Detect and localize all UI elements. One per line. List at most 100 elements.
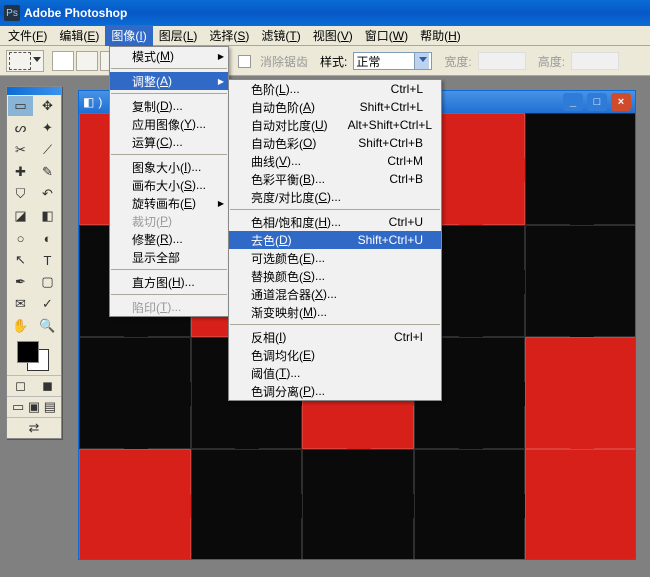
antialias-checkbox [238,55,251,68]
image-menu-裁切: 裁切(P) [110,212,228,230]
adjust-menu-色调均化[interactable]: 色调均化(E) [229,346,441,364]
tool-stamp[interactable]: ⛉ [7,183,34,205]
tool-wand[interactable]: ✦ [34,117,61,139]
app-title: Adobe Photoshop [24,6,127,20]
image-menu-修整[interactable]: 修整(R)... [110,230,228,248]
adjust-menu-色彩平衡[interactable]: 色彩平衡(B)...Ctrl+B [229,170,441,188]
style-label: 样式: [320,53,347,70]
height-input [571,52,619,70]
image-menu-显示全部[interactable]: 显示全部 [110,248,228,266]
adjust-menu-自动对比度[interactable]: 自动对比度(U)Alt+Shift+Ctrl+L [229,116,441,134]
marquee-icon [9,52,31,70]
tool-blur[interactable]: ○ [7,227,34,249]
jump-to[interactable]: ⇄ [7,418,61,438]
tool-history[interactable]: ↶ [34,183,61,205]
image-menu-模式[interactable]: 模式(M) [110,47,228,65]
tool-move[interactable]: ✥ [34,95,61,117]
tool-gradient[interactable]: ◧ [34,205,61,227]
maximize-button[interactable]: □ [587,93,607,111]
image-menu-陷印: 陷印(T)... [110,298,228,316]
adjust-menu-自动色彩[interactable]: 自动色彩(O)Shift+Ctrl+B [229,134,441,152]
style-value: 正常 [356,53,412,70]
mode-new[interactable] [52,51,74,71]
tool-eyedrop[interactable]: ✓ [34,293,61,315]
toolbox: ▭ ✥ ᔕ ✦ ✂ ⟋ ✚ ✎ ⛉ ↶ ◪ ◧ ○ ◐ ↖ T ✒ ▢ ✉ ✓ … [6,86,62,439]
image-menu: 模式(M) 调整(A) 复制(D)...应用图像(Y)...运算(C)... 图象大小… [109,46,229,317]
screenmode-1[interactable]: ▭ ▣ ▤ [7,397,61,417]
adjust-menu-渐变映射[interactable]: 渐变映射(M)... [229,303,441,321]
image-menu-复制[interactable]: 复制(D)... [110,97,228,115]
puzzle-piece [525,449,635,559]
tool-crop[interactable]: ✂ [7,139,34,161]
tool-path[interactable]: ↖ [7,249,34,271]
tool-dodge[interactable]: ◐ [34,227,61,249]
titlebar: Ps Adobe Photoshop [0,0,650,26]
puzzle-piece [525,113,635,225]
width-label: 宽度: [444,53,471,70]
menu-编辑[interactable]: 编辑(E) [53,25,105,46]
document-title-suffix: ) [98,95,102,109]
puzzle-piece [302,449,414,559]
menu-选择[interactable]: 选择(S) [203,25,255,46]
adjust-menu-反相[interactable]: 反相(I)Ctrl+I [229,328,441,346]
image-menu-调整[interactable]: 调整(A) [110,72,228,90]
tool-slice[interactable]: ⟋ [34,139,61,161]
menu-视图[interactable]: 视图(V) [307,25,359,46]
tool-shape[interactable]: ▢ [34,271,61,293]
quickmask-on[interactable]: ◼ [34,376,61,396]
height-label: 高度: [538,53,565,70]
puzzle-piece [79,449,191,559]
adjust-menu-色阶[interactable]: 色阶(L)...Ctrl+L [229,80,441,98]
menu-滤镜[interactable]: 滤镜(T) [255,25,306,46]
tool-hand[interactable]: ✋ [7,315,34,337]
adjust-menu-可选颜色[interactable]: 可选颜色(E)... [229,249,441,267]
image-menu-应用图像[interactable]: 应用图像(Y)... [110,115,228,133]
adjust-menu-阈值[interactable]: 阈值(T)... [229,364,441,382]
toolbox-header[interactable] [7,87,61,95]
image-menu-图象大小[interactable]: 图象大小(I)... [110,158,228,176]
adjust-menu-自动色阶[interactable]: 自动色阶(A)Shift+Ctrl+L [229,98,441,116]
close-button[interactable]: × [611,93,631,111]
menu-图像[interactable]: 图像(I) [105,25,152,46]
tool-notes[interactable]: ✉ [7,293,34,315]
adjust-menu-替换颜色[interactable]: 替换颜色(S)... [229,267,441,285]
quickmask-off[interactable]: ◻ [7,376,34,396]
image-menu-旋转画布[interactable]: 旋转画布(E) [110,194,228,212]
tool-zoom[interactable]: 🔍 [34,315,61,337]
color-swatches[interactable] [7,337,61,375]
style-select[interactable]: 正常 [353,52,432,70]
tool-preset[interactable] [6,50,44,72]
options-right: 消除锯齿 样式: 正常 宽度: 高度: [238,52,619,70]
image-menu-运算[interactable]: 运算(C)... [110,133,228,151]
tool-eraser[interactable]: ◪ [7,205,34,227]
adjust-menu-通道混合器[interactable]: 通道混合器(X)... [229,285,441,303]
adjustments-submenu: 色阶(L)...Ctrl+L自动色阶(A)Shift+Ctrl+L自动对比度(U… [228,79,442,401]
menu-文件[interactable]: 文件(F) [2,25,53,46]
adjust-menu-色相/饱和度[interactable]: 色相/饱和度(H)...Ctrl+U [229,213,441,231]
puzzle-piece [525,337,635,449]
tool-brush[interactable]: ✎ [34,161,61,183]
antialias-label: 消除锯齿 [260,53,308,70]
tool-type[interactable]: T [34,249,61,271]
foreground-color[interactable] [17,341,39,363]
image-menu-直方图[interactable]: 直方图(H)... [110,273,228,291]
menu-图层[interactable]: 图层(L) [153,25,204,46]
adjust-menu-亮度/对比度[interactable]: 亮度/对比度(C)... [229,188,441,206]
tool-marquee[interactable]: ▭ [7,95,34,117]
mode-add[interactable] [76,51,98,71]
tool-heal[interactable]: ✚ [7,161,34,183]
menu-窗口[interactable]: 窗口(W) [359,25,414,46]
adjust-menu-曲线[interactable]: 曲线(V)...Ctrl+M [229,152,441,170]
image-menu-画布大小[interactable]: 画布大小(S)... [110,176,228,194]
menu-帮助[interactable]: 帮助(H) [414,25,467,46]
app-icon: Ps [4,5,20,21]
puzzle-piece [79,337,191,449]
adjust-menu-色调分离[interactable]: 色调分离(P)... [229,382,441,400]
tool-pen[interactable]: ✒ [7,271,34,293]
tool-lasso[interactable]: ᔕ [7,117,34,139]
minimize-button[interactable]: _ [563,93,583,111]
adjust-menu-去色[interactable]: 去色(D)Shift+Ctrl+U [229,231,441,249]
puzzle-piece [525,225,635,337]
width-input [478,52,526,70]
document-icon: ◧ [83,95,94,109]
